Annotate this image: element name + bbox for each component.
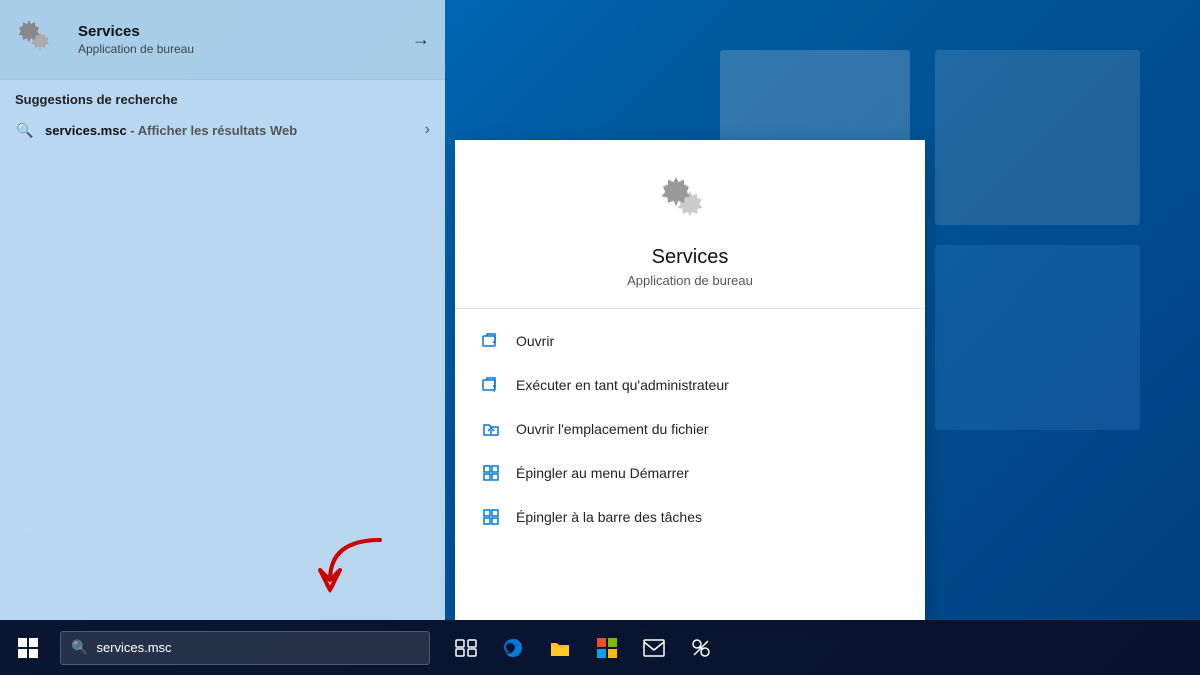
context-label-pin-taskbar: Épingler à la barre des tâches <box>516 509 702 525</box>
taskbar-search-icon: 🔍 <box>71 639 88 656</box>
top-result-item[interactable]: Services Application de bureau → <box>0 0 445 80</box>
mail-app-button[interactable] <box>633 620 675 675</box>
taskbar: 🔍 services.msc <box>0 620 1200 675</box>
taskbar-pinned-apps <box>445 620 722 675</box>
context-menu-pin-taskbar[interactable]: Épingler à la barre des tâches <box>455 495 925 539</box>
red-arrow-annotation <box>310 535 390 595</box>
context-menu-list: Ouvrir ! Exécuter en tant qu'administrat… <box>455 309 925 620</box>
context-menu-pin-start[interactable]: Épingler au menu Démarrer <box>455 451 925 495</box>
context-app-subtitle: Application de bureau <box>627 273 753 288</box>
suggestions-section: Suggestions de recherche 🔍 services.msc … <box>0 80 445 153</box>
start-button[interactable] <box>0 620 55 675</box>
context-label-admin: Exécuter en tant qu'administrateur <box>516 377 729 393</box>
folder-location-icon <box>480 418 502 440</box>
suggestion-arrow: › <box>425 121 430 139</box>
suggestion-item-web[interactable]: 🔍 services.msc - Afficher les résultats … <box>15 115 430 145</box>
panel-divider <box>445 140 455 620</box>
context-label-pin-start: Épingler au menu Démarrer <box>516 465 689 481</box>
svg-text:!: ! <box>493 385 496 394</box>
pin-taskbar-icon <box>480 506 502 528</box>
top-result-title: Services <box>78 23 402 40</box>
open-icon <box>480 330 502 352</box>
context-menu-admin[interactable]: ! Exécuter en tant qu'administrateur <box>455 363 925 407</box>
taskbar-search-text: services.msc <box>96 640 419 655</box>
start-icon <box>18 638 38 658</box>
search-panel: Services Application de bureau → Suggest… <box>0 0 445 620</box>
top-result-info: Services Application de bureau <box>78 23 402 56</box>
context-label-open: Ouvrir <box>516 333 554 349</box>
top-result-arrow: → <box>412 29 430 50</box>
task-view-button[interactable] <box>445 620 487 675</box>
admin-icon: ! <box>480 374 502 396</box>
suggestion-text: services.msc - Afficher les résultats We… <box>45 123 425 138</box>
services-app-icon-small <box>15 16 63 64</box>
context-menu-open[interactable]: Ouvrir <box>455 319 925 363</box>
search-icon: 🔍 <box>15 122 35 139</box>
file-explorer-button[interactable] <box>539 620 581 675</box>
context-menu-folder[interactable]: Ouvrir l'emplacement du fichier <box>455 407 925 451</box>
taskbar-search-bar[interactable]: 🔍 services.msc <box>60 631 430 665</box>
snip-tool-button[interactable] <box>680 620 722 675</box>
top-result-subtitle: Application de bureau <box>78 42 402 56</box>
microsoft-store-button[interactable] <box>586 620 628 675</box>
edge-browser-button[interactable] <box>492 620 534 675</box>
context-label-folder: Ouvrir l'emplacement du fichier <box>516 421 709 437</box>
services-app-icon-large <box>658 170 722 234</box>
context-panel: Services Application de bureau Ouvrir ! <box>455 140 925 620</box>
context-app-name: Services <box>652 246 729 269</box>
suggestions-heading: Suggestions de recherche <box>15 92 430 107</box>
pin-start-icon <box>480 462 502 484</box>
context-header: Services Application de bureau <box>455 140 925 309</box>
